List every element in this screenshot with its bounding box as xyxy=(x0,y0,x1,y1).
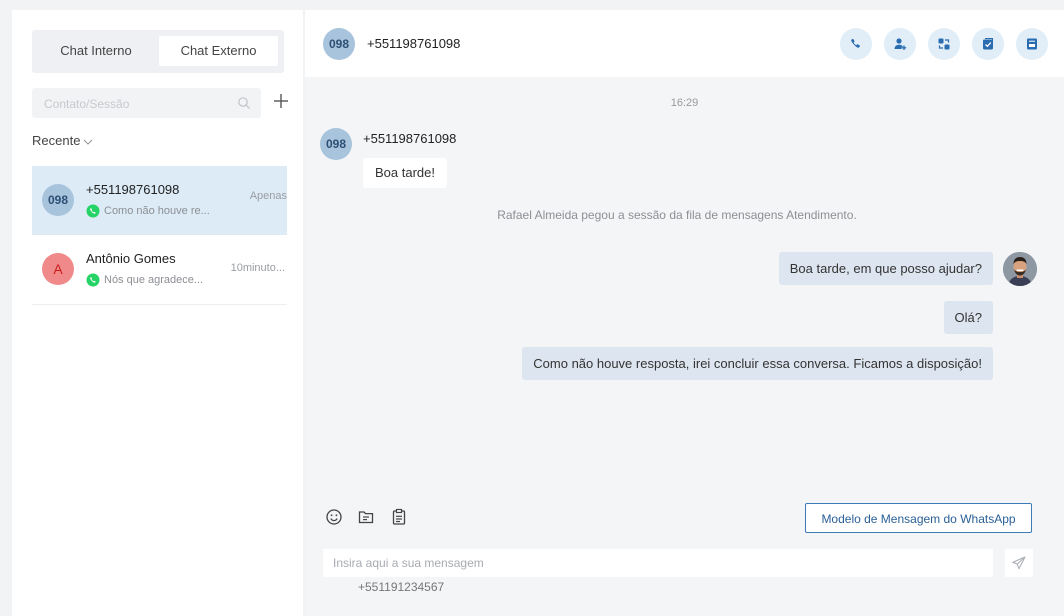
archive-icon xyxy=(1027,38,1037,50)
outgoing-message: Como não houve resposta, irei concluir e… xyxy=(522,347,993,380)
conversation-time: Apenas xyxy=(249,190,287,202)
conversation-item[interactable]: A Antônio Gomes Nós que agradece... 10mi… xyxy=(32,235,287,305)
chevron-down-icon xyxy=(84,139,93,145)
contact-avatar: 098 xyxy=(42,184,74,216)
add-participant-button[interactable] xyxy=(884,28,916,60)
chat-type-tabs: Chat Interno Chat Externo xyxy=(32,30,284,73)
contact-phone: +551198761098 xyxy=(367,36,461,51)
send-button[interactable] xyxy=(1005,549,1033,577)
transfer-button[interactable] xyxy=(928,28,960,60)
archive-button[interactable] xyxy=(1016,28,1048,60)
plus-icon xyxy=(274,94,288,108)
phone-icon xyxy=(851,38,860,48)
message-input[interactable] xyxy=(323,549,993,577)
add-user-icon xyxy=(894,38,907,50)
conversation-sidebar: Chat Interno Chat Externo Recente 098 +5… xyxy=(12,10,303,616)
whatsapp-template-button[interactable]: Modelo de Mensagem do WhatsApp xyxy=(805,503,1032,533)
whatsapp-icon xyxy=(86,273,100,287)
preview-text: Como não houve re... xyxy=(104,204,210,217)
whatsapp-icon xyxy=(86,204,100,218)
send-icon xyxy=(1012,556,1026,570)
message-preview: Nós que agradece... xyxy=(86,273,203,287)
finish-session-button[interactable] xyxy=(972,28,1004,60)
caller-number: +551191234567 xyxy=(358,580,445,594)
agent-avatar xyxy=(1003,252,1037,286)
search-input[interactable] xyxy=(42,88,236,120)
new-conversation-button[interactable] xyxy=(270,90,292,112)
conversation-item[interactable]: 098 +551198761098 Como não houve re... A… xyxy=(32,166,287,235)
outgoing-message: Boa tarde, em que posso ajudar? xyxy=(778,252,993,285)
message-preview: Como não houve re... xyxy=(86,204,210,218)
emoji-icon[interactable] xyxy=(325,508,343,529)
chat-header: 098 +551198761098 xyxy=(305,10,1064,77)
search-icon[interactable] xyxy=(237,96,251,113)
recent-filter-label: Recente xyxy=(32,133,81,148)
folder-icon[interactable] xyxy=(357,508,375,529)
preview-text: Nós que agradece... xyxy=(104,273,204,286)
message-timestamp: 16:29 xyxy=(670,97,699,109)
outgoing-message: Olá? xyxy=(943,301,993,334)
transfer-icon xyxy=(938,38,950,50)
conversation-time: 10minuto... xyxy=(230,262,285,274)
contact-search xyxy=(32,88,261,120)
contact-name: Antônio Gomes xyxy=(86,251,176,266)
chat-panel: 098 +551198761098 16:29 098 +55119876109… xyxy=(305,10,1064,616)
sender-avatar: 098 xyxy=(320,128,352,160)
contact-name: +551198761098 xyxy=(86,182,180,197)
check-square-icon xyxy=(983,38,993,50)
contact-avatar: 098 xyxy=(323,28,355,60)
system-message: Rafael Almeida pegou a sessão da fila de… xyxy=(497,208,857,222)
clipboard-icon[interactable] xyxy=(390,508,408,529)
incoming-message: Boa tarde! xyxy=(363,158,447,188)
tab-chat-interno[interactable]: Chat Interno xyxy=(36,36,156,66)
call-button[interactable] xyxy=(840,28,872,60)
tab-chat-externo[interactable]: Chat Externo xyxy=(159,36,278,66)
contact-avatar: A xyxy=(42,253,74,285)
recent-filter-dropdown[interactable]: Recente xyxy=(32,133,93,148)
sender-name: +551198761098 xyxy=(363,131,457,146)
